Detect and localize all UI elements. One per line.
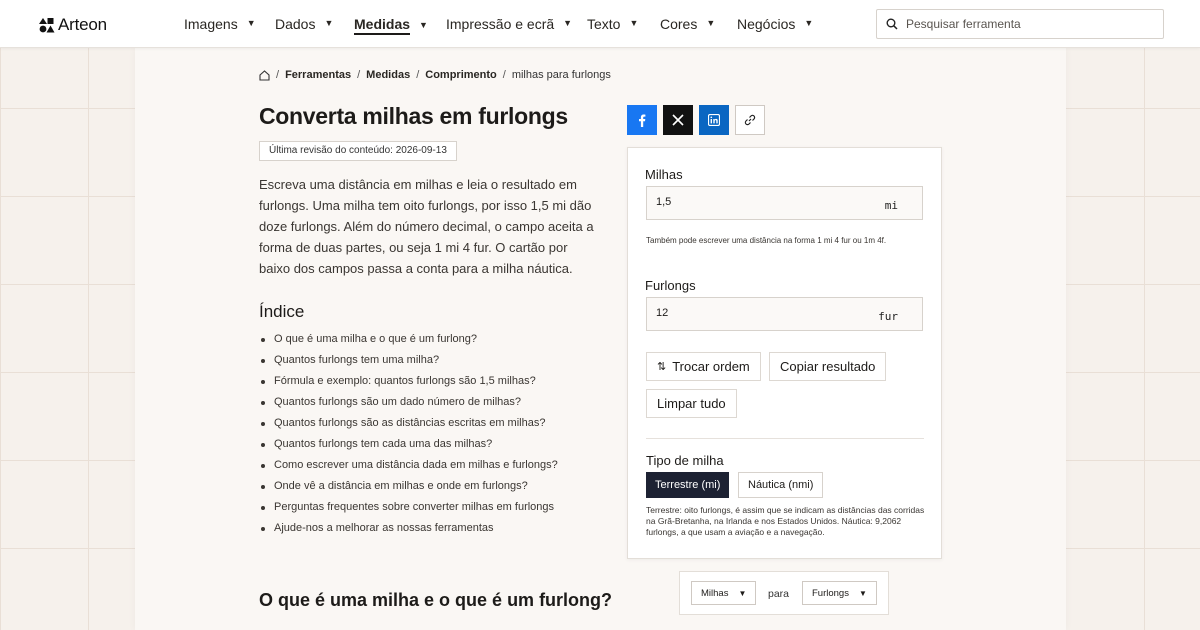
toc-link[interactable]: Quantos furlongs tem cada uma das milhas… bbox=[259, 434, 599, 455]
clear-all-button[interactable]: Limpar tudo bbox=[646, 389, 737, 418]
toc-link[interactable]: Onde vê a distância em milhas e onde em … bbox=[259, 476, 599, 497]
breadcrumb-separator: / bbox=[502, 69, 506, 81]
page-title: Converta milhas em furlongs bbox=[259, 103, 568, 129]
breadcrumb-link-comprimento[interactable]: Comprimento bbox=[425, 69, 497, 81]
nav-item-imagens[interactable]: Imagens ▼ bbox=[184, 16, 256, 32]
furlongs-field[interactable]: fur bbox=[646, 297, 923, 331]
mile-type-nautical-option[interactable]: Náutica (nmi) bbox=[738, 472, 824, 498]
revision-date-badge: Última revisão do conteúdo: 2026-09-13 bbox=[259, 141, 457, 161]
home-icon[interactable] bbox=[259, 69, 270, 81]
clear-all-label: Limpar tudo bbox=[657, 396, 726, 411]
nav-item-label: Medidas bbox=[354, 16, 411, 35]
linkedin-icon bbox=[708, 114, 720, 126]
copy-link-button[interactable] bbox=[735, 105, 765, 135]
from-unit-dropdown[interactable]: Milhas ▼ bbox=[691, 581, 757, 605]
caret-down-icon: ▼ bbox=[804, 18, 814, 28]
to-unit-dropdown[interactable]: Furlongs ▼ bbox=[802, 581, 877, 605]
miles-unit-label: mi bbox=[884, 199, 898, 212]
toc-title: Índice bbox=[259, 302, 305, 321]
caret-down-icon: ▼ bbox=[706, 18, 716, 28]
toc-link[interactable]: Como escrever uma distância dada em milh… bbox=[259, 455, 599, 476]
toc-link[interactable]: Ajude-nos a melhorar as nossas ferrament… bbox=[259, 518, 599, 539]
share-linkedin-button[interactable] bbox=[699, 105, 729, 135]
toc-link[interactable]: Quantos furlongs são um dado número de m… bbox=[259, 392, 599, 413]
nav-item-medidas[interactable]: Medidas ▼ bbox=[354, 16, 428, 35]
intro-paragraph: Escreva uma distância em milhas e leia o… bbox=[259, 177, 594, 276]
nav-item-label: Dados bbox=[275, 16, 316, 32]
table-of-contents: O que é uma milha e o que é um furlong? … bbox=[259, 329, 599, 539]
top-navigation-bar: Arteon Imagens ▼ Dados ▼ Medidas ▼ Impre… bbox=[0, 0, 1200, 48]
toc-link[interactable]: Perguntas frequentes sobre converter mil… bbox=[259, 497, 599, 518]
breadcrumb-separator: / bbox=[416, 69, 420, 81]
to-unit-value: Furlongs bbox=[812, 587, 849, 599]
breadcrumb-separator: / bbox=[276, 69, 280, 81]
from-unit-value: Milhas bbox=[701, 587, 729, 599]
caret-down-icon: ▼ bbox=[246, 18, 256, 28]
input-format-hint: Também pode escrever uma distância na fo… bbox=[646, 236, 887, 245]
caret-down-icon: ▼ bbox=[629, 18, 639, 28]
card-divider bbox=[646, 438, 924, 439]
nav-item-dados[interactable]: Dados ▼ bbox=[275, 16, 333, 32]
caret-down-icon: ▼ bbox=[419, 19, 428, 30]
section-heading: O que é uma milha e o que é um furlong? bbox=[259, 590, 613, 610]
caret-down-icon: ▼ bbox=[324, 18, 334, 28]
miles-field-label: Milhas bbox=[645, 167, 683, 182]
breadcrumb-link-ferramentas[interactable]: Ferramentas bbox=[285, 69, 351, 81]
miles-input[interactable] bbox=[656, 196, 856, 208]
facebook-icon bbox=[639, 114, 646, 127]
furlongs-field-label: Furlongs bbox=[645, 278, 696, 293]
nav-item-cores[interactable]: Cores ▼ bbox=[660, 16, 715, 32]
brand-logo[interactable]: Arteon bbox=[39, 15, 107, 35]
toc-link[interactable]: Fórmula e exemplo: quantos furlongs são … bbox=[259, 371, 599, 392]
furlongs-input[interactable] bbox=[656, 307, 856, 319]
nav-item-label: Negócios bbox=[737, 16, 796, 32]
breadcrumb-separator: / bbox=[357, 69, 361, 81]
search-input[interactable] bbox=[906, 17, 1146, 31]
nav-item-impressao-e-ecra[interactable]: Impressão e ecrã ▼ bbox=[446, 16, 572, 32]
copy-result-button[interactable]: Copiar resultado bbox=[769, 352, 887, 381]
nav-item-texto[interactable]: Texto ▼ bbox=[587, 16, 638, 32]
link-icon bbox=[744, 114, 756, 126]
caret-down-icon: ▼ bbox=[738, 588, 747, 598]
caret-down-icon: ▼ bbox=[858, 588, 867, 598]
unit-connector-word: para bbox=[768, 588, 790, 600]
swap-order-button[interactable]: ⇅ Trocar ordem bbox=[646, 352, 761, 381]
breadcrumb-current: milhas para furlongs bbox=[511, 69, 611, 81]
nav-item-label: Impressão e ecrã bbox=[446, 16, 555, 32]
brand-name: Arteon bbox=[58, 15, 107, 34]
breadcrumb: / Ferramentas / Medidas / Comprimento / … bbox=[259, 69, 611, 81]
copy-result-label: Copiar resultado bbox=[780, 359, 876, 374]
share-facebook-button[interactable] bbox=[627, 105, 657, 135]
toc-link[interactable]: O que é uma milha e o que é um furlong? bbox=[259, 329, 599, 350]
caret-down-icon: ▼ bbox=[563, 18, 573, 28]
mile-type-description: Terrestre: oito furlongs, é assim que se… bbox=[646, 505, 925, 537]
toc-link[interactable]: Quantos furlongs tem uma milha? bbox=[259, 350, 599, 371]
x-logo-icon bbox=[672, 114, 684, 126]
arteon-logo-icon bbox=[39, 17, 55, 32]
mile-type-label: Tipo de milha bbox=[646, 453, 724, 468]
nav-item-label: Imagens bbox=[184, 16, 238, 32]
mile-type-statute-option[interactable]: Terrestre (mi) bbox=[646, 472, 730, 498]
furlongs-unit-label: fur bbox=[878, 310, 898, 323]
toc-link[interactable]: Quantos furlongs são as distâncias escri… bbox=[259, 413, 599, 434]
nav-item-label: Cores bbox=[660, 16, 698, 32]
nav-item-label: Texto bbox=[587, 16, 621, 32]
search-icon bbox=[886, 18, 898, 30]
nav-item-negocios[interactable]: Negócios ▼ bbox=[737, 16, 813, 32]
swap-order-label: Trocar ordem bbox=[672, 359, 750, 374]
breadcrumb-link-medidas[interactable]: Medidas bbox=[366, 69, 410, 81]
swap-arrows-icon: ⇅ bbox=[657, 361, 666, 373]
share-x-button[interactable] bbox=[663, 105, 693, 135]
search-box[interactable] bbox=[876, 9, 1164, 39]
miles-field[interactable]: mi bbox=[646, 186, 923, 220]
